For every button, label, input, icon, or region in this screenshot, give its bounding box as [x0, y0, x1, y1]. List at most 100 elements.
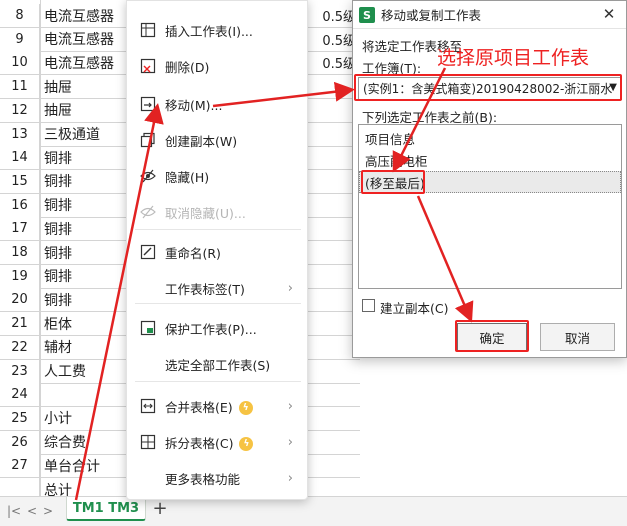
- sheet-tab-bar: |< < > TM1 TM3 +: [0, 496, 627, 526]
- wps-logo-icon: S: [359, 7, 375, 23]
- menu-item-label: 取消隐藏(U)...: [165, 205, 246, 221]
- row-number[interactable]: 22: [0, 335, 40, 359]
- menu-item-tabs[interactable]: 工作表标签(T) ›: [127, 273, 307, 303]
- menu-item-label: 隐藏(H): [165, 169, 210, 185]
- item-cell[interactable]: 铜排: [40, 264, 130, 288]
- copy-sheet-icon: [139, 131, 157, 149]
- menu-item-copy[interactable]: 创建副本(W): [127, 125, 307, 155]
- item-cell[interactable]: 铜排: [40, 217, 130, 241]
- merge-table-icon: [139, 397, 157, 415]
- item-cell[interactable]: 小计: [40, 406, 130, 430]
- menu-item-label: 保护工作表(P)...: [165, 321, 257, 337]
- item-cell[interactable]: 铜排: [40, 288, 130, 312]
- row-number[interactable]: 19: [0, 264, 40, 288]
- menu-item-label: 插入工作表(I)...: [165, 23, 253, 39]
- menu-item-label: 创建副本(W): [165, 133, 238, 149]
- menu-item-insert[interactable]: 插入工作表(I)...: [127, 15, 307, 45]
- row-number[interactable]: 15: [0, 169, 40, 193]
- row-number[interactable]: 23: [0, 359, 40, 383]
- row-number[interactable]: 27: [0, 454, 40, 478]
- row-number[interactable]: 25: [0, 406, 40, 430]
- first-sheet-icon[interactable]: |<: [6, 503, 22, 519]
- row-number[interactable]: 24: [0, 383, 40, 407]
- sheet-tab-tm1-tm3[interactable]: TM1 TM3: [66, 497, 146, 521]
- create-copy-checkbox[interactable]: [362, 299, 375, 312]
- row-number[interactable]: 16: [0, 193, 40, 217]
- item-cell[interactable]: 铜排: [40, 146, 130, 170]
- menu-item-label: 选定全部工作表(S): [165, 357, 271, 373]
- menu-item-unhide[interactable]: 取消隐藏(U)...: [127, 197, 307, 227]
- create-copy-label: 建立副本(C): [380, 301, 449, 316]
- menu-item-label: 工作表标签(T): [165, 281, 245, 297]
- menu-item-label: 删除(D): [165, 59, 210, 75]
- highlight-move-to-end: [361, 170, 425, 194]
- item-cell[interactable]: 辅材: [40, 335, 130, 359]
- row-number[interactable]: 21: [0, 312, 40, 336]
- menu-item-merge[interactable]: 合并表格(E) ϟ ›: [127, 391, 307, 421]
- menu-item-more[interactable]: 更多表格功能 ›: [127, 463, 307, 493]
- sheet-context-menu: 插入工作表(I)... 删除(D) 移动(M)... 创建副本(W) 隐藏(H) 取消隐藏…: [126, 0, 308, 500]
- row-number[interactable]: 17: [0, 217, 40, 241]
- menu-separator: [135, 381, 301, 382]
- premium-lightning-icon: ϟ: [239, 437, 254, 451]
- item-cell[interactable]: 铜排: [40, 193, 130, 217]
- item-cell[interactable]: 电流互感器: [40, 27, 130, 51]
- item-cell[interactable]: 铜排: [40, 169, 130, 193]
- menu-item-label: 更多表格功能: [165, 471, 241, 487]
- item-cell[interactable]: 综合费: [40, 430, 130, 454]
- menu-separator: [135, 229, 301, 230]
- menu-item-protect[interactable]: 保护工作表(P)...: [127, 313, 307, 343]
- menu-item-delete[interactable]: 删除(D): [127, 51, 307, 81]
- highlight-workbook-dropdown: [354, 74, 622, 101]
- row-number[interactable]: 20: [0, 288, 40, 312]
- item-cell[interactable]: 柜体: [40, 312, 130, 336]
- item-cell[interactable]: 铜排: [40, 241, 130, 264]
- highlight-ok-button: [455, 320, 529, 352]
- item-cell[interactable]: 三极通道: [40, 122, 130, 146]
- dialog-title-bar: S 移动或复制工作表 ✕: [353, 1, 626, 29]
- row-number[interactable]: 12: [0, 98, 40, 122]
- dialog-title: 移动或复制工作表: [381, 8, 482, 23]
- menu-item-rename[interactable]: 重命名(R): [127, 237, 307, 267]
- row-number[interactable]: 11: [0, 75, 40, 99]
- chevron-right-icon: ›: [287, 434, 293, 450]
- item-cell[interactable]: [40, 383, 130, 407]
- menu-item-label: 拆分表格(C) ϟ: [165, 433, 254, 452]
- menu-item-move[interactable]: 移动(M)...: [127, 89, 307, 119]
- row-number[interactable]: 13: [0, 122, 40, 146]
- item-cell[interactable]: 抽屉: [40, 75, 130, 99]
- next-sheet-icon[interactable]: >: [40, 503, 56, 519]
- list-item-hv-cabinet[interactable]: 高压配电柜: [359, 149, 621, 171]
- menu-item-hide[interactable]: 隐藏(H): [127, 161, 307, 191]
- item-cell[interactable]: 电流互感器: [40, 51, 130, 75]
- row-number[interactable]: 18: [0, 241, 40, 264]
- sheet-position-list[interactable]: 项目信息 高压配电柜 (移至最后): [358, 124, 622, 289]
- item-cell[interactable]: 电流互感器: [40, 4, 130, 27]
- row-number[interactable]: 14: [0, 146, 40, 170]
- row-number[interactable]: 9: [0, 27, 40, 51]
- row-number[interactable]: 8: [0, 4, 40, 27]
- chevron-right-icon: ›: [287, 470, 293, 486]
- cancel-button[interactable]: 取消: [540, 323, 615, 351]
- item-cell[interactable]: 抽屉: [40, 98, 130, 122]
- menu-item-selectall[interactable]: 选定全部工作表(S): [127, 349, 307, 379]
- prev-sheet-icon[interactable]: <: [24, 503, 40, 519]
- menu-item-label: 移动(M)...: [165, 97, 223, 113]
- list-item-project-info[interactable]: 项目信息: [359, 127, 621, 149]
- unhide-eye-icon: [139, 203, 157, 221]
- protect-sheet-icon: [139, 319, 157, 337]
- item-cell[interactable]: 人工费: [40, 359, 130, 383]
- menu-separator: [135, 303, 301, 304]
- add-sheet-icon[interactable]: +: [152, 500, 168, 518]
- move-sheet-icon: [139, 95, 157, 113]
- menu-item-split[interactable]: 拆分表格(C) ϟ ›: [127, 427, 307, 457]
- rename-icon: [139, 243, 157, 261]
- row-number[interactable]: 26: [0, 430, 40, 454]
- close-icon[interactable]: ✕: [600, 5, 618, 23]
- row-number[interactable]: 10: [0, 51, 40, 75]
- insert-sheet-icon: [139, 21, 157, 39]
- premium-lightning-icon: ϟ: [238, 401, 253, 415]
- chevron-right-icon: ›: [287, 398, 293, 414]
- hide-eye-icon: [139, 167, 157, 185]
- item-cell[interactable]: 单台合计: [40, 454, 130, 478]
